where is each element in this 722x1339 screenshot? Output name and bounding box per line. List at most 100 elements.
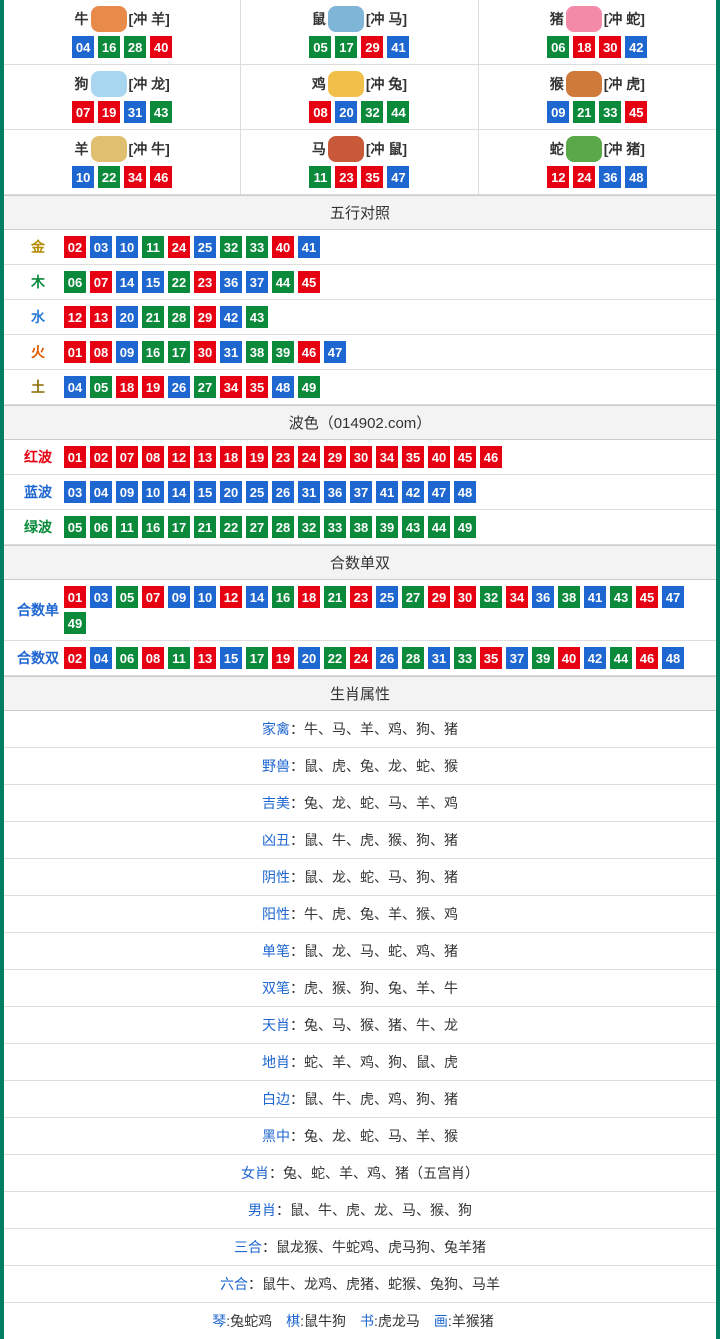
zodiac-icon [566,136,602,162]
zodiac-balls: 07193143 [8,101,236,123]
table-row: 红波0102070812131819232429303435404546 [4,440,716,475]
number-ball: 09 [547,101,569,123]
zodiac-icon [91,136,127,162]
zodiac-cell: 鼠[冲 马]05172941 [241,0,478,65]
row-label: 红波 [12,447,64,467]
number-ball: 10 [116,236,138,258]
number-ball: 23 [335,166,357,188]
zodiac-cell: 猴[冲 虎]09213345 [479,65,716,130]
number-ball: 31 [298,481,320,503]
number-ball: 41 [584,586,606,608]
number-ball: 27 [402,586,424,608]
number-ball: 33 [599,101,621,123]
number-ball: 41 [387,36,409,58]
number-ball: 41 [376,481,398,503]
number-ball: 25 [376,586,398,608]
attr-footer-key: 琴 [212,1313,226,1329]
number-ball: 33 [454,647,476,669]
attrs-body: 家禽：牛、马、羊、鸡、狗、猪野兽：鼠、虎、兔、龙、蛇、猴吉美：兔、龙、蛇、马、羊… [4,711,716,1303]
zodiac-balls: 09213345 [483,101,712,123]
number-ball: 11 [116,516,138,538]
number-ball: 42 [625,36,647,58]
table-row: 合数单0103050709101214161821232527293032343… [4,580,716,641]
number-ball: 14 [246,586,268,608]
number-ball: 43 [402,516,424,538]
number-ball: 49 [454,516,476,538]
row-numbers: 0102070812131819232429303435404546 [64,446,502,468]
row-label: 火 [12,342,64,362]
number-ball: 17 [246,647,268,669]
number-ball: 18 [573,36,595,58]
number-ball: 32 [480,586,502,608]
number-ball: 40 [428,446,450,468]
table-row: 土04051819262734354849 [4,370,716,405]
zodiac-opposite: [冲 鼠] [366,139,407,159]
number-ball: 34 [124,166,146,188]
row-numbers: 06071415222336374445 [64,271,320,293]
table-row: 火0108091617303138394647 [4,335,716,370]
number-ball: 30 [194,341,216,363]
number-ball: 30 [454,586,476,608]
number-ball: 17 [168,516,190,538]
zodiac-cell: 蛇[冲 猪]12243648 [479,130,716,195]
zodiac-name: 蛇 [550,139,564,159]
number-ball: 42 [220,306,242,328]
table-row: 木06071415222336374445 [4,265,716,300]
number-ball: 43 [610,586,632,608]
number-ball: 47 [662,586,684,608]
number-ball: 21 [324,586,346,608]
attr-key: 女肖 [241,1165,269,1181]
attr-footer-key: 书 [360,1313,374,1329]
number-ball: 45 [625,101,647,123]
number-ball: 15 [220,647,242,669]
attr-key: 吉美 [262,795,290,811]
zodiac-balls: 11233547 [245,166,473,188]
attr-row: 单笔：鼠、龙、马、蛇、鸡、猪 [4,933,716,970]
zodiac-cell: 鸡[冲 兔]08203244 [241,65,478,130]
number-ball: 48 [625,166,647,188]
number-ball: 31 [124,101,146,123]
zodiac-name: 鼠 [312,9,326,29]
attr-row: 男肖：鼠、牛、虎、龙、马、猴、狗 [4,1192,716,1229]
number-ball: 22 [168,271,190,293]
attr-key: 白边 [262,1091,290,1107]
zodiac-cell: 羊[冲 牛]10223446 [4,130,241,195]
zodiac-cell: 狗[冲 龙]07193143 [4,65,241,130]
zodiac-name: 猪 [550,9,564,29]
number-ball: 11 [168,647,190,669]
zodiac-balls: 06183042 [483,36,712,58]
attr-key: 男肖 [248,1202,276,1218]
number-ball: 45 [454,446,476,468]
number-ball: 32 [220,236,242,258]
row-numbers: 03040910141520252631363741424748 [64,481,476,503]
number-ball: 35 [480,647,502,669]
attr-key: 六合 [220,1276,248,1292]
number-ball: 12 [220,586,242,608]
zodiac-title: 马[冲 鼠] [245,136,473,162]
number-ball: 31 [428,647,450,669]
attr-key: 家禽 [262,721,290,737]
zodiac-cell: 牛[冲 羊]04162840 [4,0,241,65]
number-ball: 09 [116,341,138,363]
number-ball: 37 [506,647,528,669]
number-ball: 49 [298,376,320,398]
number-ball: 47 [387,166,409,188]
zodiac-opposite: [冲 马] [366,9,407,29]
number-ball: 08 [309,101,331,123]
table-row: 金02031011242532334041 [4,230,716,265]
attr-footer-key: 画 [434,1313,448,1329]
number-ball: 12 [168,446,190,468]
number-ball: 38 [558,586,580,608]
attr-row: 阳性：牛、虎、兔、羊、猴、鸡 [4,896,716,933]
number-ball: 38 [246,341,268,363]
number-ball: 23 [272,446,294,468]
page-wrap: 牛[冲 羊]04162840鼠[冲 马]05172941猪[冲 蛇]061830… [0,0,720,1339]
number-ball: 03 [90,586,112,608]
number-ball: 19 [246,446,268,468]
zodiac-name: 狗 [75,74,89,94]
number-ball: 40 [150,36,172,58]
row-numbers: 0204060811131517192022242628313335373940… [64,647,684,669]
number-ball: 20 [298,647,320,669]
number-ball: 16 [98,36,120,58]
number-ball: 08 [142,446,164,468]
